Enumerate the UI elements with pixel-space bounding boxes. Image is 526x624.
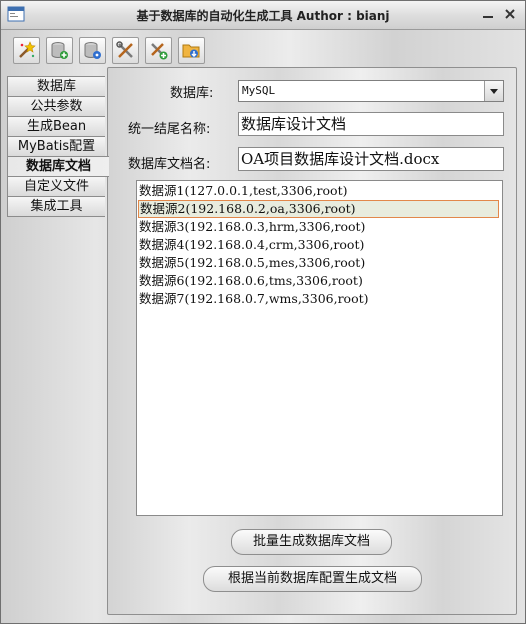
tools-icon [116,41,133,58]
tab-database[interactable]: 数据库 [7,76,105,97]
datasource-item[interactable]: 数据源5(192.168.0.5,mes,3306,root) [138,254,499,272]
minimize-button[interactable] [481,7,495,21]
dropdown-arrow-icon[interactable] [484,81,503,101]
datasource-item[interactable]: 数据源6(192.168.0.6,tms,3306,root) [138,272,499,290]
title-bar[interactable]: 基于数据库的自动化生成工具 Author : bianj [1,1,525,30]
tab-mybatis-config[interactable]: MyBatis配置 [7,136,105,157]
datasource-item[interactable]: 数据源3(192.168.0.3,hrm,3306,root) [138,218,499,236]
database-type-value: MySQL [242,84,276,97]
datasource-item[interactable]: 数据源4(192.168.0.4,crm,3306,root) [138,236,499,254]
window-title: 基于数据库的自动化生成工具 Author : bianj [136,9,390,23]
folder-download-button[interactable] [178,37,205,64]
datasource-item[interactable]: 数据源7(192.168.0.7,wms,3306,root) [138,290,499,308]
database-label: 数据库: [170,86,214,101]
database-settings-icon [84,42,101,59]
tools-add-icon [151,43,168,60]
tools-add-button[interactable] [145,37,172,64]
doc-name-input[interactable]: OA项目数据库设计文档.docx [238,147,504,171]
tab-integration-tools[interactable]: 集成工具 [7,196,105,217]
suffix-name-input[interactable]: 数据库设计文档 [238,112,504,136]
datasource-item[interactable]: 数据源1(127.0.0.1,test,3306,root) [138,182,499,200]
magic-wand-button[interactable] [13,37,40,64]
tab-database-doc[interactable]: 数据库文档 [7,156,109,177]
folder-download-icon [182,44,200,58]
tab-custom-files[interactable]: 自定义文件 [7,176,105,197]
magic-wand-icon [19,41,36,58]
app-window: 基于数据库的自动化生成工具 Author : bianj 数据库 公共参数 生成… [0,0,526,624]
database-type-select[interactable]: MySQL [238,80,504,102]
generate-current-button[interactable]: 根据当前数据库配置生成文档 [203,566,422,592]
datasource-list[interactable]: 数据源1(127.0.0.1,test,3306,root) 数据源2(192.… [136,180,503,516]
doc-name-label: 数据库文档名: [128,157,211,172]
suffix-name-label: 统一结尾名称: [128,122,211,137]
tab-common-params[interactable]: 公共参数 [7,96,105,117]
add-database-button[interactable] [46,37,73,64]
batch-generate-button[interactable]: 批量生成数据库文档 [231,529,392,555]
add-database-icon [51,42,68,59]
close-button[interactable] [503,7,517,21]
database-settings-button[interactable] [79,37,106,64]
database-doc-panel: 数据库: MySQL 统一结尾名称: 数据库设计文档 数据库文档名: OA项目数… [107,67,517,615]
tab-generate-bean[interactable]: 生成Bean [7,116,105,137]
tools-button[interactable] [112,37,139,64]
datasource-item-selected[interactable]: 数据源2(192.168.0.2,oa,3306,root) [138,200,499,218]
